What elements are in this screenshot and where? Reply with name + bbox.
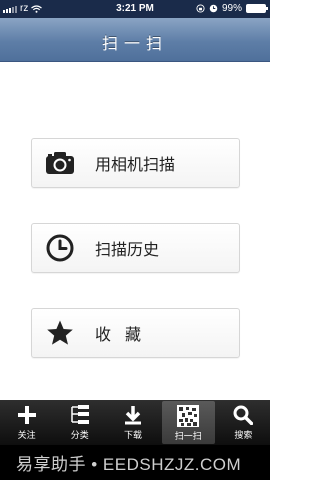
main-content: 用相机扫描 扫描历史 收藏 (0, 62, 270, 400)
tab-downloads[interactable]: 下载 (106, 400, 159, 445)
qr-code-icon (176, 404, 200, 428)
battery-fill (247, 5, 265, 12)
alarm-icon (209, 4, 218, 13)
scan-history-label: 扫描历史 (95, 240, 160, 259)
scan-with-camera-button[interactable]: 用相机扫描 (31, 138, 240, 188)
tab-scan[interactable]: 扫一扫 (161, 401, 215, 444)
scan-with-camera-label: 用相机扫描 (95, 155, 176, 174)
tab-search-label: 搜索 (234, 431, 253, 441)
plus-icon (15, 403, 39, 427)
download-icon (121, 403, 145, 427)
status-right: 99% (196, 3, 268, 14)
watermark-footer: 易享助手 • EEDSHZJZ.COM (0, 445, 270, 480)
page-title: 扫一扫 (101, 34, 168, 53)
favorites-button[interactable]: 收藏 (31, 308, 240, 358)
rotation-lock-icon (196, 4, 205, 13)
tab-bar: 关注 分类 下载 扫一扫 搜索 (0, 400, 270, 445)
scan-history-button[interactable]: 扫描历史 (31, 223, 240, 273)
favorites-label: 收藏 (95, 325, 156, 344)
star-icon (45, 318, 75, 348)
battery-percent: 99% (221, 3, 242, 14)
tab-follow-label: 关注 (17, 431, 36, 441)
tab-categories[interactable]: 分类 (53, 400, 106, 445)
tree-icon (68, 403, 92, 427)
status-bar: rz 3:21 PM 99% (0, 0, 270, 18)
tab-scan-label: 扫一扫 (174, 432, 202, 442)
battery-icon (246, 4, 268, 13)
search-icon (231, 403, 255, 427)
nav-bar: 扫一扫 (0, 18, 270, 62)
tab-search[interactable]: 搜索 (217, 400, 270, 445)
clock-icon (45, 233, 75, 263)
tab-downloads-label: 下载 (124, 431, 143, 441)
tab-categories-label: 分类 (70, 431, 89, 441)
camera-icon (45, 148, 75, 178)
tab-follow[interactable]: 关注 (0, 400, 53, 445)
